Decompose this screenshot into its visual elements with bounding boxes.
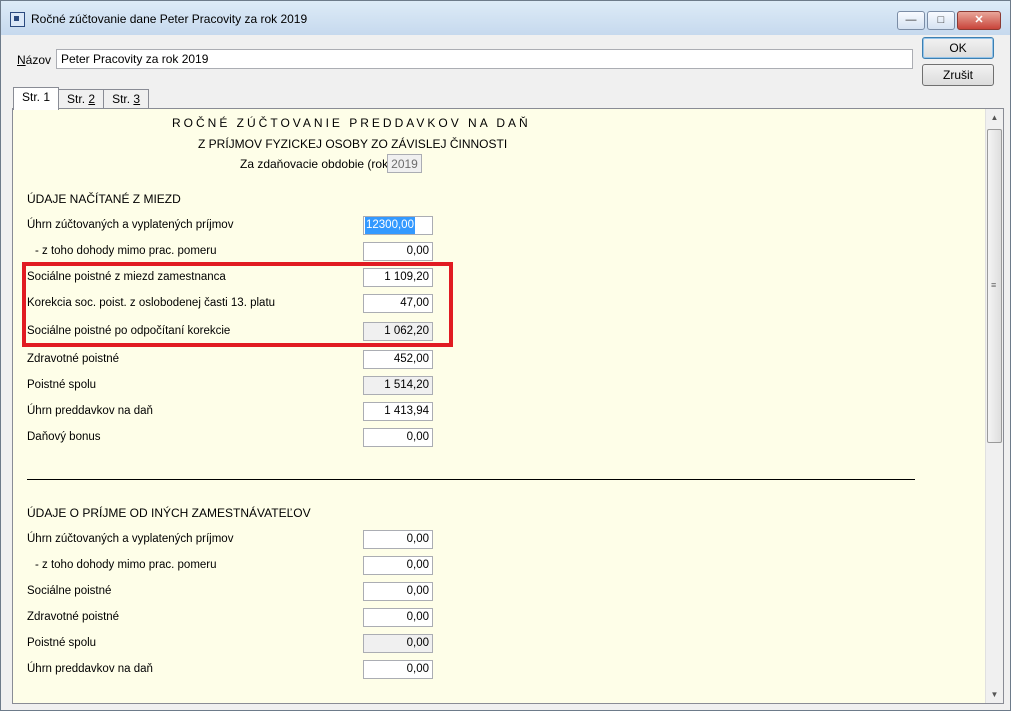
period-label: Za zdaňovacie obdobie (rok) <box>240 157 393 171</box>
close-button[interactable]: ✕ <box>957 11 1001 30</box>
row-label-other-income: Úhrn zúčtovaných a vyplatených príjmov <box>27 533 234 545</box>
tab-page-1[interactable]: Str. 1 <box>13 87 60 110</box>
scroll-down-icon[interactable]: ▼ <box>986 686 1003 703</box>
section-payroll-heading: ÚDAJE NAČÍTANÉ Z MIEZD <box>27 192 181 206</box>
agreements-field[interactable]: 0,00 <box>363 242 433 261</box>
period-year-field: 2019 <box>387 154 422 173</box>
window-controls: — □ ✕ <box>897 11 1001 30</box>
row-label-insurance-total: Poistné spolu <box>27 379 97 391</box>
cancel-button[interactable]: Zrušit <box>922 64 994 86</box>
row-label-other-agreements: - z toho dohody mimo prac. pomeru <box>35 559 217 571</box>
other-total-field: 0,00 <box>363 634 433 653</box>
vertical-scrollbar[interactable]: ▲ ≡ ▼ <box>985 109 1003 703</box>
other-tax-advances-field[interactable]: 0,00 <box>363 660 433 679</box>
tax-bonus-field[interactable]: 0,00 <box>363 428 433 447</box>
row-label-tax-advances: Úhrn preddavkov na daň <box>27 405 153 417</box>
tab-page-3[interactable]: Str. 3 <box>103 89 150 109</box>
row-label-other-total: Poistné spolu <box>27 637 97 649</box>
grip-icon: ≡ <box>991 280 997 290</box>
maximize-button[interactable]: □ <box>927 11 955 30</box>
name-label: Názov <box>17 53 52 67</box>
scroll-up-icon[interactable]: ▲ <box>986 109 1003 126</box>
app-icon <box>10 12 25 27</box>
other-health-field[interactable]: 0,00 <box>363 608 433 627</box>
minimize-button[interactable]: — <box>897 11 925 30</box>
form-panel: ROČNÉ ZÚČTOVANIE PREDDAVKOV NA DAŇ Z PRÍ… <box>12 108 1004 704</box>
title-bar[interactable]: Ročné zúčtovanie dane Peter Pracovity za… <box>1 1 1010 35</box>
form-title: ROČNÉ ZÚČTOVANIE PREDDAVKOV NA DAŇ <box>172 116 531 130</box>
tax-advances-field[interactable]: 1 413,94 <box>363 402 433 421</box>
window-title: Ročné zúčtovanie dane Peter Pracovity za… <box>31 12 308 26</box>
row-label-other-health: Zdravotné poistné <box>27 611 120 623</box>
insurance-total-field: 1 514,20 <box>363 376 433 395</box>
row-label-health-insurance: Zdravotné poistné <box>27 353 120 365</box>
row-label-tax-bonus: Daňový bonus <box>27 431 101 443</box>
name-input[interactable]: Peter Pracovity za rok 2019 <box>56 49 913 69</box>
tab-page-2[interactable]: Str. 2 <box>58 89 105 109</box>
row-label-other-social: Sociálne poistné <box>27 585 112 597</box>
row-label-agreements: - z toho dohody mimo prac. pomeru <box>35 245 217 257</box>
row-label-income: Úhrn zúčtovaných a vyplatených príjmov <box>27 219 234 231</box>
dialog-window: Ročné zúčtovanie dane Peter Pracovity za… <box>0 0 1011 711</box>
ok-button[interactable]: OK <box>922 37 994 59</box>
tab-strip: Str. 1 Str. 2 Str. 3 <box>13 87 150 110</box>
section-other-employers-heading: ÚDAJE O PRÍJME OD INÝCH ZAMESTNÁVATEĽOV <box>27 506 311 520</box>
highlight-box <box>22 262 453 347</box>
other-agreements-field[interactable]: 0,00 <box>363 556 433 575</box>
row-label-other-tax-advances: Úhrn preddavkov na daň <box>27 663 153 675</box>
section-divider <box>27 479 915 480</box>
other-income-field[interactable]: 0,00 <box>363 530 433 549</box>
health-insurance-field[interactable]: 452,00 <box>363 350 433 369</box>
other-social-field[interactable]: 0,00 <box>363 582 433 601</box>
form-subtitle: Z PRÍJMOV FYZICKEJ OSOBY ZO ZÁVISLEJ ČIN… <box>198 137 508 151</box>
scroll-thumb[interactable]: ≡ <box>987 129 1002 443</box>
income-field[interactable]: 12300,00 <box>363 216 433 235</box>
